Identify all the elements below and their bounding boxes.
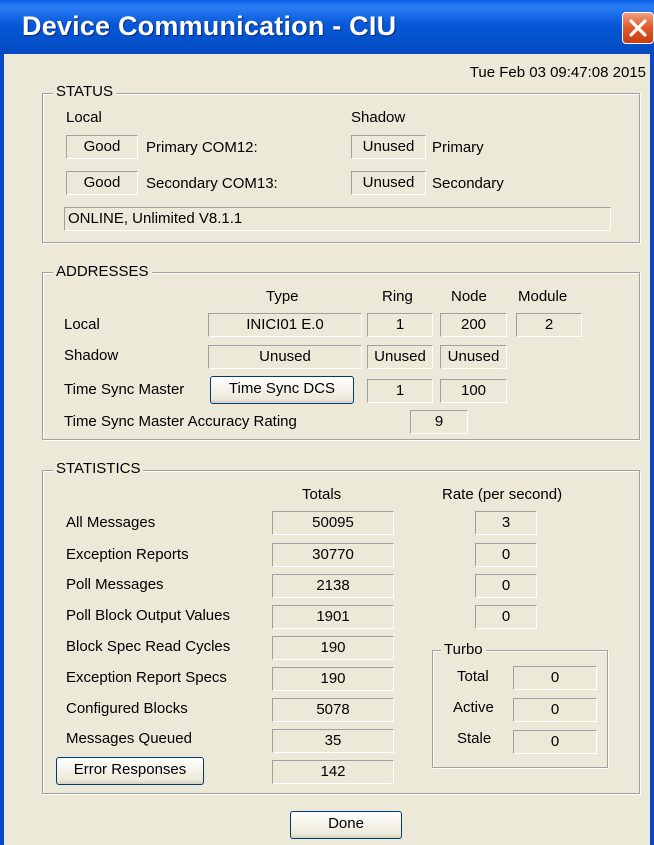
turbo-stale-label: Stale <box>457 730 492 747</box>
stat-total-messages-queued: 35 <box>272 729 394 753</box>
title-bar[interactable]: Device Communication - CIU <box>0 0 654 54</box>
secondary-shadow-status: Unused <box>351 171 426 195</box>
secondary-local-status: Good <box>66 171 138 195</box>
node-column-header: Node <box>451 288 487 305</box>
local-address-label: Local <box>64 316 100 333</box>
stat-total-poll-block-output-values: 1901 <box>272 605 394 629</box>
shadow-ring-field: Unused <box>367 345 433 369</box>
ring-column-header: Ring <box>382 288 413 305</box>
stat-rate-exception-reports: 0 <box>475 543 537 567</box>
accuracy-rating-field: 9 <box>410 410 468 434</box>
device-communication-window: Device Communication - CIU Tue Feb 03 09… <box>0 0 654 845</box>
time-sync-dcs-button[interactable]: Time Sync DCS <box>210 376 354 404</box>
stat-label-all-messages: All Messages <box>66 514 156 531</box>
window-frame-left <box>0 54 4 845</box>
module-column-header: Module <box>518 288 568 305</box>
stat-rate-all-messages: 3 <box>475 511 537 535</box>
stat-label-exception-reports: Exception Reports <box>66 546 189 563</box>
current-datetime: Tue Feb 03 09:47:08 2015 <box>469 64 646 81</box>
stat-rate-poll-block-output-values: 0 <box>475 605 537 629</box>
secondary-shadow-label: Secondary <box>432 175 504 192</box>
time-sync-node-field: 100 <box>440 379 507 403</box>
window-title: Device Communication - CIU <box>22 11 397 41</box>
stat-total-error-responses: 142 <box>272 760 394 784</box>
turbo-active-field: 0 <box>513 698 597 722</box>
secondary-local-label: Secondary COM13: <box>146 175 278 192</box>
shadow-type-field: Unused <box>208 345 362 369</box>
accuracy-rating-label: Time Sync Master Accuracy Rating <box>64 413 297 430</box>
status-local-header: Local <box>66 109 102 126</box>
stat-label-block-spec-read-cycles: Block Spec Read Cycles <box>66 638 231 655</box>
stat-total-poll-messages: 2138 <box>272 574 394 598</box>
statistics-group-title: STATISTICS <box>53 460 144 477</box>
turbo-total-field: 0 <box>513 666 597 690</box>
stat-total-configured-blocks: 5078 <box>272 698 394 722</box>
error-responses-button[interactable]: Error Responses <box>56 757 204 785</box>
local-ring-field: 1 <box>367 313 433 337</box>
status-message: ONLINE, Unlimited V8.1.1 <box>64 207 611 231</box>
stat-label-poll-messages: Poll Messages <box>66 576 164 593</box>
turbo-group-title: Turbo <box>441 641 486 658</box>
local-module-field: 2 <box>516 313 582 337</box>
local-type-field: INICI01 E.0 <box>208 313 362 337</box>
close-icon <box>629 19 647 37</box>
shadow-node-field: Unused <box>440 345 507 369</box>
time-sync-ring-field: 1 <box>367 379 433 403</box>
close-button[interactable] <box>622 12 654 44</box>
primary-local-label: Primary COM12: <box>146 139 258 156</box>
shadow-address-label: Shadow <box>64 347 119 364</box>
addresses-group-title: ADDRESSES <box>53 263 152 280</box>
turbo-active-label: Active <box>453 699 494 716</box>
stat-total-exception-report-specs: 190 <box>272 667 394 691</box>
local-node-field: 200 <box>440 313 507 337</box>
primary-shadow-label: Primary <box>432 139 484 156</box>
done-button[interactable]: Done <box>290 811 402 839</box>
stat-label-exception-report-specs: Exception Report Specs <box>66 669 227 686</box>
rate-column-header: Rate (per second) <box>442 486 563 503</box>
window-frame-right <box>650 54 654 845</box>
turbo-stale-field: 0 <box>513 730 597 754</box>
stat-label-configured-blocks: Configured Blocks <box>66 700 188 717</box>
status-group-title: STATUS <box>53 83 116 100</box>
turbo-total-label: Total <box>457 668 489 685</box>
stat-total-block-spec-read-cycles: 190 <box>272 636 394 660</box>
totals-column-header: Totals <box>302 486 342 503</box>
stat-total-all-messages: 50095 <box>272 511 394 535</box>
primary-shadow-status: Unused <box>351 135 426 159</box>
primary-local-status: Good <box>66 135 138 159</box>
type-column-header: Type <box>266 288 299 305</box>
status-shadow-header: Shadow <box>351 109 406 126</box>
stat-total-exception-reports: 30770 <box>272 543 394 567</box>
stat-rate-poll-messages: 0 <box>475 574 537 598</box>
stat-label-messages-queued: Messages Queued <box>66 730 192 747</box>
stat-label-poll-block-output-values: Poll Block Output Values <box>66 607 230 624</box>
time-sync-master-label: Time Sync Master <box>64 381 185 398</box>
